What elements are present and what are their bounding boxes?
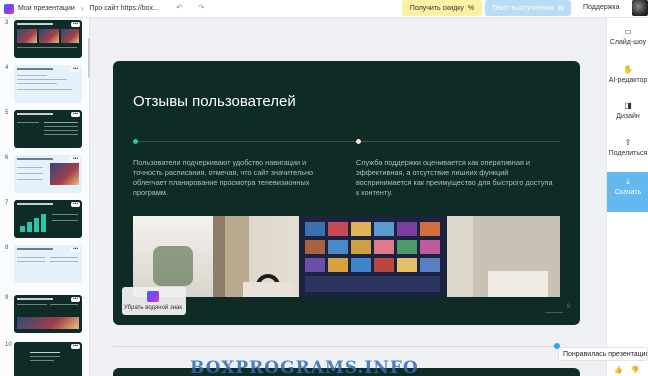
current-slide[interactable]: Отзывы пользователей Пользователи подчер… xyxy=(113,61,580,325)
thumbnail-menu-icon[interactable]: ••• xyxy=(71,344,80,349)
watermark-logo-icon xyxy=(147,291,159,302)
living-room-tv-image[interactable] xyxy=(133,216,560,297)
share-icon: ⇪ xyxy=(624,138,632,147)
percent-icon: % xyxy=(467,4,475,12)
thumbs-down-icon[interactable]: 👎 xyxy=(631,367,640,374)
user-avatar[interactable] xyxy=(632,0,648,16)
slide-thumbnail[interactable]: ••• xyxy=(14,20,82,58)
right-tools-panel: ▭ Слайд-шоу ✋ AI-редактор ◨ Дизайн ⇪ Под… xyxy=(606,18,648,376)
thumbnail-menu-icon[interactable]: ••• xyxy=(71,202,80,207)
slide-thumbnail[interactable]: ••• xyxy=(14,200,82,238)
discount-label: Получить скидку xyxy=(409,4,464,12)
slide-thumbnails-panel: 3 ••• 4 ••• 5 ••• 6 ••• 7 ••• 8 ••• 9 ••… xyxy=(0,18,90,376)
support-link[interactable]: Поддержка xyxy=(583,4,620,11)
top-bar: Мои презентации › Про сайт https://box..… xyxy=(0,0,648,18)
speaker-notes-label: Текст выступления xyxy=(491,4,554,12)
design-button[interactable]: ◨ Дизайн xyxy=(607,101,648,121)
breadcrumb-separator: › xyxy=(80,4,84,13)
page-indicator-line xyxy=(545,312,563,313)
share-button[interactable]: ⇪ Поделиться xyxy=(607,138,648,158)
ai-editor-label: AI-редактор xyxy=(608,77,648,84)
slide-number: 5 xyxy=(5,110,9,116)
tv-photo-illustration xyxy=(133,216,560,297)
slideshow-button[interactable]: ▭ Слайд-шоу xyxy=(607,27,648,47)
slide-thumbnail[interactable]: ••• xyxy=(14,65,82,103)
download-icon: ⤓ xyxy=(626,177,630,186)
slide-number: 4 xyxy=(5,65,9,71)
thumbnail-menu-icon[interactable]: ••• xyxy=(71,157,80,162)
thumbnail-menu-icon[interactable]: ••• xyxy=(71,247,80,252)
timeline-dot xyxy=(356,139,361,144)
slideshow-label: Слайд-шоу xyxy=(609,39,647,46)
hand-icon: ✋ xyxy=(623,65,633,74)
thumbs-up-icon[interactable]: 👍 xyxy=(614,367,623,374)
presentation-title[interactable]: Про сайт https://box... xyxy=(90,5,159,12)
text-block-right[interactable]: Служба поддержки оценивается как операти… xyxy=(356,158,556,198)
slide-thumbnail[interactable]: ••• xyxy=(14,245,82,283)
remove-watermark-button[interactable]: Убрать водяной знак xyxy=(122,287,186,315)
timeline-line xyxy=(133,141,560,142)
slide-thumbnail[interactable]: ••• xyxy=(14,155,82,193)
slide-number: 7 xyxy=(5,200,9,206)
breadcrumb-my-presentations[interactable]: Мои презентации xyxy=(18,5,75,12)
remove-watermark-label: Убрать водяной знак xyxy=(124,305,182,311)
speaker-notes-button[interactable]: Текст выступления ▤ xyxy=(485,0,571,16)
slide-thumbnail[interactable]: ••• xyxy=(14,110,82,148)
slide-divider xyxy=(113,346,554,347)
download-label: Скачать xyxy=(614,189,642,196)
text-block-left[interactable]: Пользователи подчеркивают удобство навиг… xyxy=(133,158,333,198)
get-discount-button[interactable]: Получить скидку % xyxy=(402,0,482,16)
slide-number: 9 xyxy=(5,295,9,301)
slide-title[interactable]: Отзывы пользователей xyxy=(133,93,296,110)
monitor-icon: ▭ xyxy=(624,27,632,36)
share-label: Поделиться xyxy=(608,150,648,157)
feedback-buttons: 👍 👎 xyxy=(614,366,645,374)
feedback-question: Понравилась презентация? xyxy=(558,347,648,361)
ai-editor-button[interactable]: ✋ AI-редактор xyxy=(607,65,648,85)
slide-thumbnail[interactable]: ••• xyxy=(14,295,82,333)
overlay-watermark: BOXPROGRAMS.INFO xyxy=(190,358,419,376)
slide-number: 3 xyxy=(5,20,9,26)
design-icon: ◨ xyxy=(624,101,632,110)
thumbnail-menu-icon[interactable]: ••• xyxy=(71,22,80,27)
design-label: Дизайн xyxy=(616,113,640,120)
thumbnail-menu-icon[interactable]: ••• xyxy=(71,297,80,302)
slide-page-number: 9 xyxy=(567,304,571,310)
redo-icon[interactable]: ↷ xyxy=(198,3,205,12)
slide-number: 8 xyxy=(5,245,9,251)
slide-number: 6 xyxy=(5,155,9,161)
document-icon: ▤ xyxy=(557,5,565,12)
thumbnail-menu-icon[interactable]: ••• xyxy=(71,112,80,117)
download-button[interactable]: ⤓ Скачать xyxy=(607,172,648,212)
undo-icon[interactable]: ↶ xyxy=(176,3,183,12)
slide-thumbnail[interactable]: ••• xyxy=(14,342,82,376)
timeline-dot xyxy=(133,139,138,144)
thumbnails-scrollbar[interactable] xyxy=(88,38,90,78)
slide-number: 10 xyxy=(5,342,12,348)
app-logo[interactable] xyxy=(4,3,14,14)
thumbnail-menu-icon[interactable]: ••• xyxy=(71,67,80,72)
